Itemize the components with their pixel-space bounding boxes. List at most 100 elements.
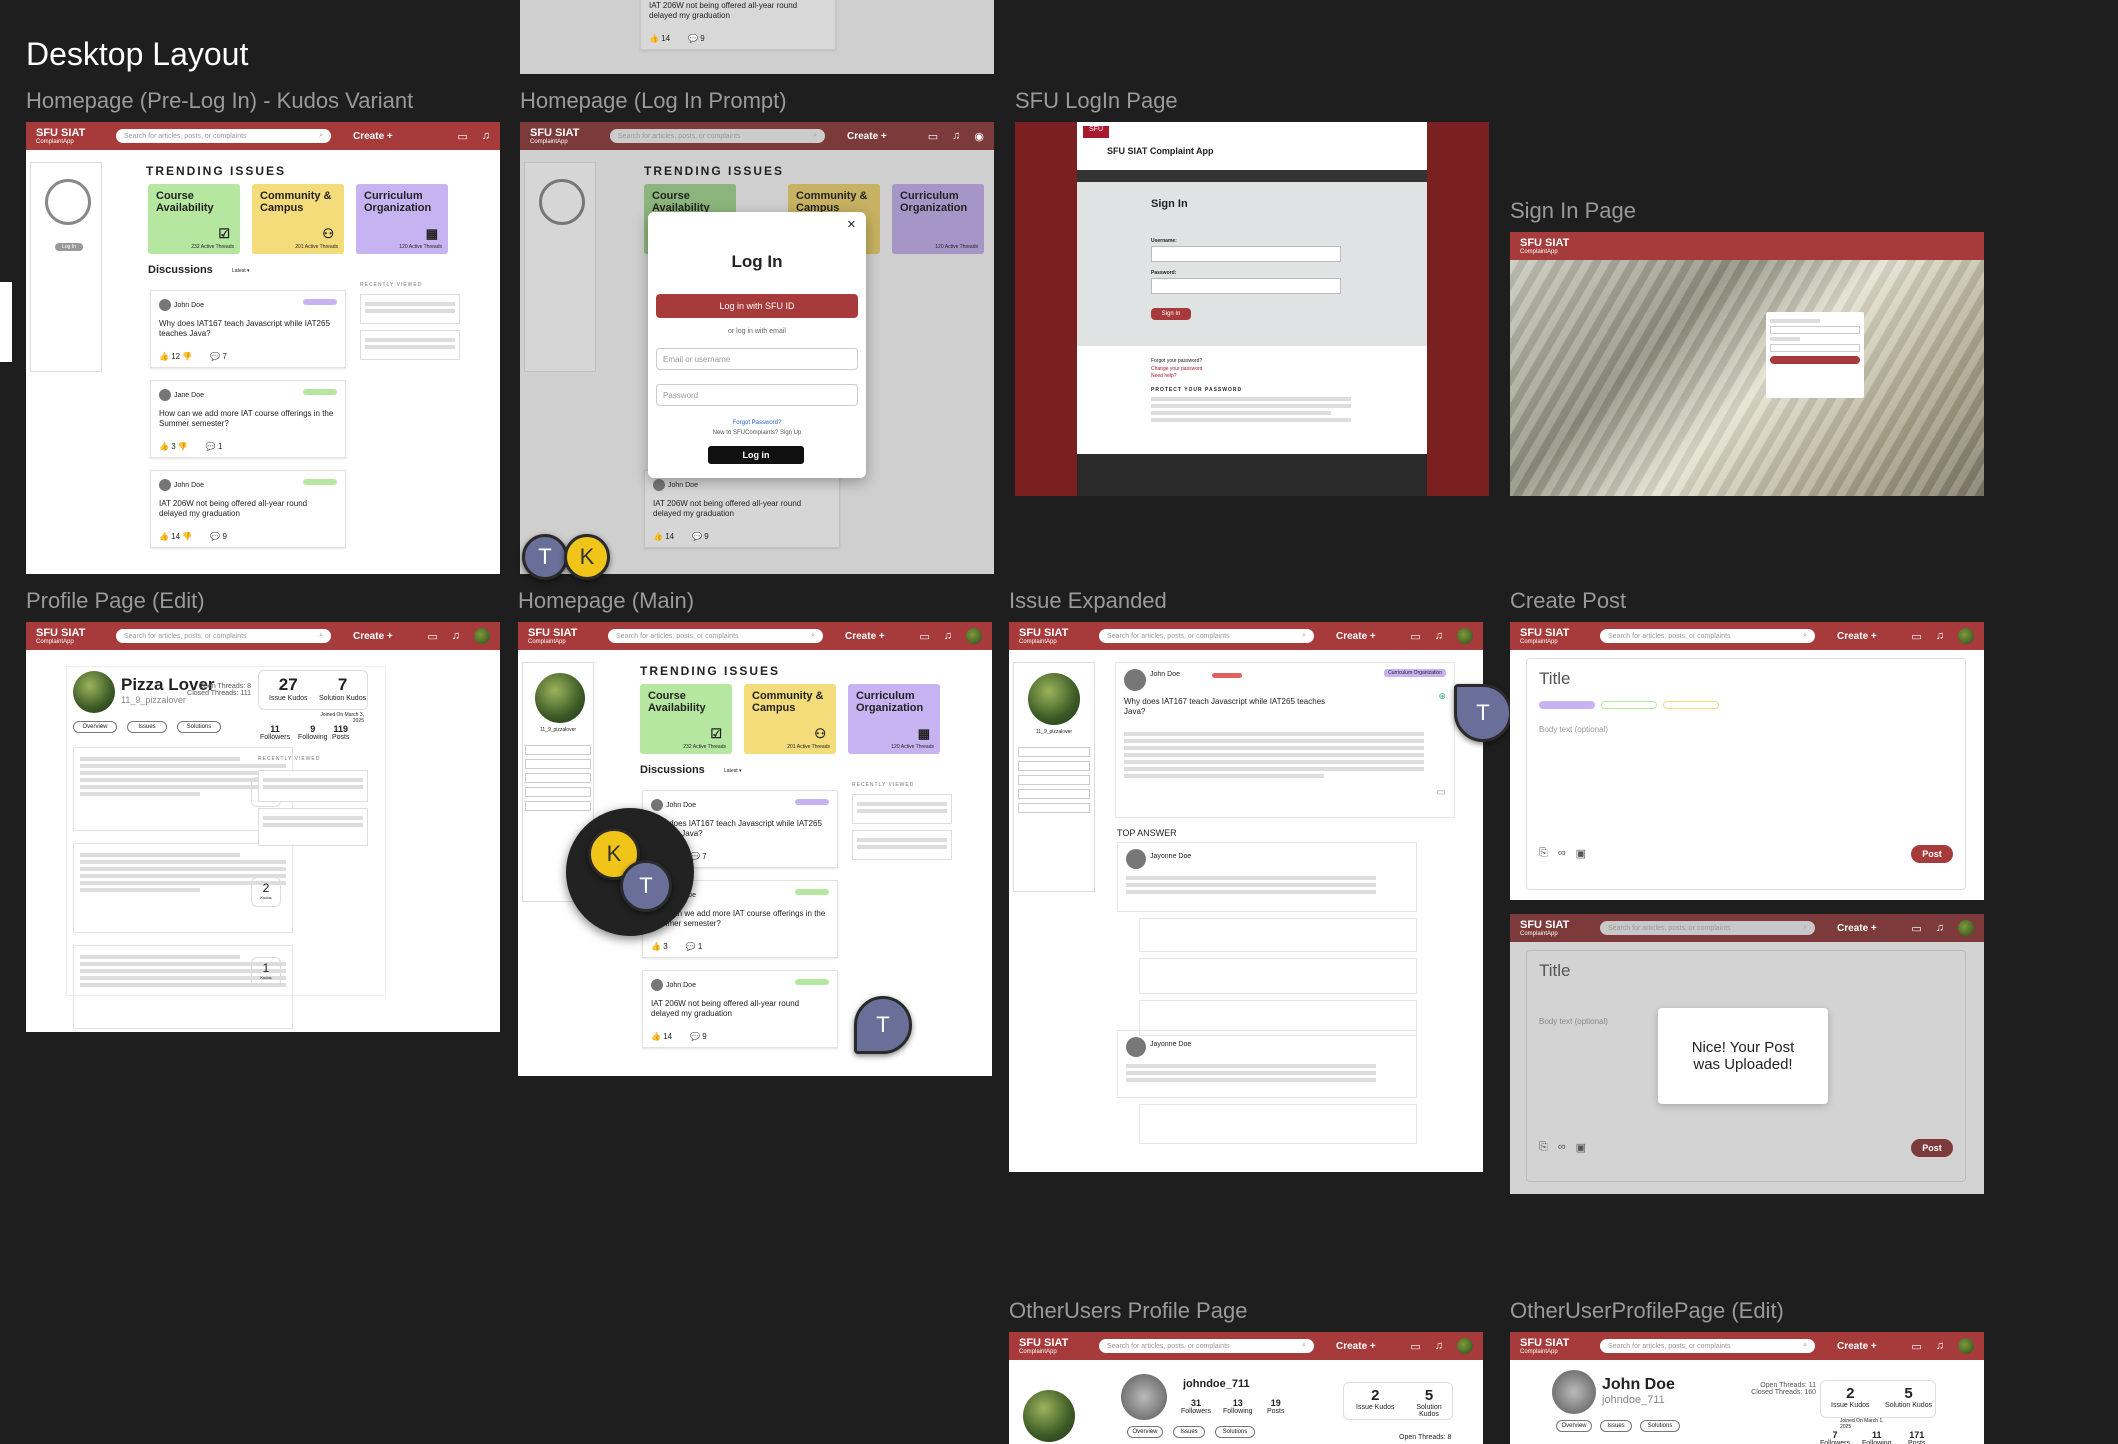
avatar[interactable] [966, 628, 982, 644]
link-icon[interactable]: ∞ [1558, 847, 1566, 860]
chat-icon[interactable]: ▭ [427, 630, 437, 643]
tab-overview[interactable]: Overview [1127, 1426, 1163, 1438]
reply-card[interactable] [1139, 918, 1417, 952]
create-button[interactable]: Create + [1336, 631, 1376, 642]
paperclip-icon[interactable]: ⎘ [1539, 1141, 1548, 1154]
avatar[interactable] [474, 628, 490, 644]
trend-card-course[interactable]: Course Availability ☑ 232 Active Threads [148, 184, 240, 254]
bell-icon[interactable]: ♫ [1936, 1340, 1944, 1352]
sort-dropdown[interactable]: Latest ▾ [724, 768, 742, 774]
avatar[interactable] [1457, 1338, 1473, 1354]
comment-count[interactable]: 💬 9 [210, 532, 227, 541]
chat-icon[interactable]: ▭ [1911, 922, 1921, 935]
bell-icon[interactable]: ♫ [1435, 1340, 1443, 1352]
brand-logo[interactable]: SFU SIAT ComplaintApp [530, 127, 600, 145]
brand-logo[interactable]: SFU SIAT ComplaintApp [36, 627, 106, 645]
sidebar-item-settings[interactable] [1018, 789, 1090, 799]
trend-card-community[interactable]: Community & Campus ⚇ 201 Active Threads [744, 684, 836, 754]
recent-card[interactable] [258, 770, 368, 802]
comment-count[interactable]: 💬 9 [692, 532, 709, 541]
post-button[interactable]: Post [1911, 845, 1953, 863]
password-field[interactable]: Password [656, 384, 858, 406]
tab-solutions[interactable]: Solutions [1640, 1420, 1680, 1432]
recent-card[interactable] [852, 830, 952, 860]
create-button[interactable]: Create + [1837, 631, 1877, 642]
username-field[interactable] [1151, 246, 1341, 262]
sidebar-item-dashboard[interactable] [1018, 747, 1090, 757]
search-input[interactable]: Search for articles, posts, or complaint… [610, 129, 825, 143]
bell-icon[interactable]: ♫ [452, 630, 460, 642]
link-icon[interactable]: ∞ [1558, 1141, 1566, 1154]
comment-count[interactable]: 💬 1 [686, 942, 703, 951]
post-card[interactable]: John Doe IAT 206W not being offered all-… [150, 470, 346, 548]
login-button[interactable]: Log In [55, 243, 83, 251]
create-button[interactable]: Create + [1336, 1341, 1376, 1352]
post-card[interactable]: John Doe Why does IAT167 teach Javascrip… [150, 290, 346, 368]
create-button[interactable]: Create + [845, 631, 885, 642]
help-link[interactable]: Need help? [1151, 373, 1351, 381]
password-field[interactable] [1770, 344, 1860, 352]
chat-icon[interactable]: ▭ [1911, 1340, 1921, 1353]
chat-icon[interactable]: ▭ [457, 130, 467, 143]
comment-count[interactable]: 💬 1 [206, 442, 223, 451]
comment-count[interactable]: 💬 9 [690, 1032, 707, 1041]
search-input[interactable]: Search for articles, posts, or complaint… [1600, 629, 1815, 643]
signin-button[interactable]: Sign In [1151, 308, 1191, 320]
like-count[interactable]: 👍 14 [651, 1032, 672, 1041]
create-button[interactable]: Create + [353, 131, 393, 142]
recent-card[interactable] [258, 808, 368, 846]
body-input[interactable]: Body text (optional) [1539, 725, 1608, 734]
post-card[interactable]: IAT 206W not being offered all-year roun… [640, 0, 836, 50]
sidebar-item-inbox[interactable] [525, 773, 591, 783]
avatar[interactable] [1958, 1338, 1974, 1354]
title-input[interactable]: Title [1539, 961, 1571, 981]
like-count[interactable]: 👍 12 👎 [159, 352, 192, 361]
sidebar-item-dashboard[interactable] [525, 745, 591, 755]
password-field[interactable] [1151, 278, 1341, 294]
login-submit-button[interactable]: Log in [708, 446, 804, 464]
search-input[interactable]: Search for articles, posts, or complaint… [116, 629, 331, 643]
sidebar-item-logout[interactable] [1018, 803, 1090, 813]
like-count[interactable]: 👍 14 [653, 532, 674, 541]
tab-solutions[interactable]: Solutions [1215, 1426, 1255, 1438]
brand-logo[interactable]: SFU SIAT ComplaintApp [1520, 627, 1590, 645]
sidebar-item-inbox[interactable] [1018, 775, 1090, 785]
tab-issues[interactable]: Issues [1173, 1426, 1205, 1438]
image-icon[interactable]: ▣ [1576, 1141, 1586, 1154]
brand-logo[interactable]: SFU SIAT ComplaintApp [1019, 627, 1089, 645]
forgot-password-link[interactable]: Forgot Password? [648, 420, 866, 426]
trend-card-course[interactable]: Course Availability ☑ 232 Active Threads [640, 684, 732, 754]
search-input[interactable]: Search for articles, posts, or complaint… [1600, 921, 1815, 935]
brand-logo[interactable]: SFU SIAT ComplaintApp [1520, 1337, 1590, 1355]
search-input[interactable]: Search for articles, posts, or complaint… [1099, 1339, 1314, 1353]
email-field[interactable]: Email or username [656, 348, 858, 370]
tag-chip[interactable] [1663, 701, 1719, 709]
like-count[interactable]: 👍 3 👎 [159, 442, 188, 451]
chat-icon[interactable]: ▭ [1410, 1340, 1420, 1353]
reply-card[interactable] [1139, 958, 1417, 994]
post-card[interactable]: John Doe IAT 206W not being offered all-… [644, 470, 840, 548]
tab-issues[interactable]: Issues [127, 721, 167, 733]
post-card[interactable]: Jane Doe How can we add more IAT course … [150, 380, 346, 458]
trend-card-community[interactable]: Community & Campus ⚇ 201 Active Threads [252, 184, 344, 254]
body-input[interactable]: Body text (optional) [1539, 1017, 1608, 1026]
avatar[interactable] [1958, 628, 1974, 644]
brand-logo[interactable]: SFU SIAT ComplaintApp [528, 627, 598, 645]
profile-avatar[interactable] [1028, 673, 1080, 725]
comment-icon[interactable]: ▭ [1437, 787, 1446, 798]
profile-icon[interactable]: ◉ [974, 130, 984, 143]
bell-icon[interactable]: ♫ [482, 130, 490, 142]
post-card[interactable]: John Doe IAT 206W not being offered all-… [642, 970, 838, 1048]
sidebar-item-profile[interactable] [1018, 761, 1090, 771]
signin-button[interactable] [1770, 356, 1860, 364]
create-button[interactable]: Create + [1837, 1341, 1877, 1352]
brand-logo[interactable]: SFU SIAT ComplaintApp [1520, 237, 1590, 255]
brand-logo[interactable]: SFU SIAT ComplaintApp [36, 127, 106, 145]
chat-icon[interactable]: ▭ [919, 630, 929, 643]
chat-icon[interactable]: ▭ [928, 130, 938, 143]
sort-dropdown[interactable]: Latest ▾ [232, 268, 250, 274]
trend-card-curriculum[interactable]: Curriculum Organization ▦ 120 Active Threa… [848, 684, 940, 754]
close-icon[interactable]: ✕ [847, 218, 856, 231]
tab-solutions[interactable]: Solutions [177, 721, 221, 733]
recent-card[interactable] [360, 294, 460, 324]
